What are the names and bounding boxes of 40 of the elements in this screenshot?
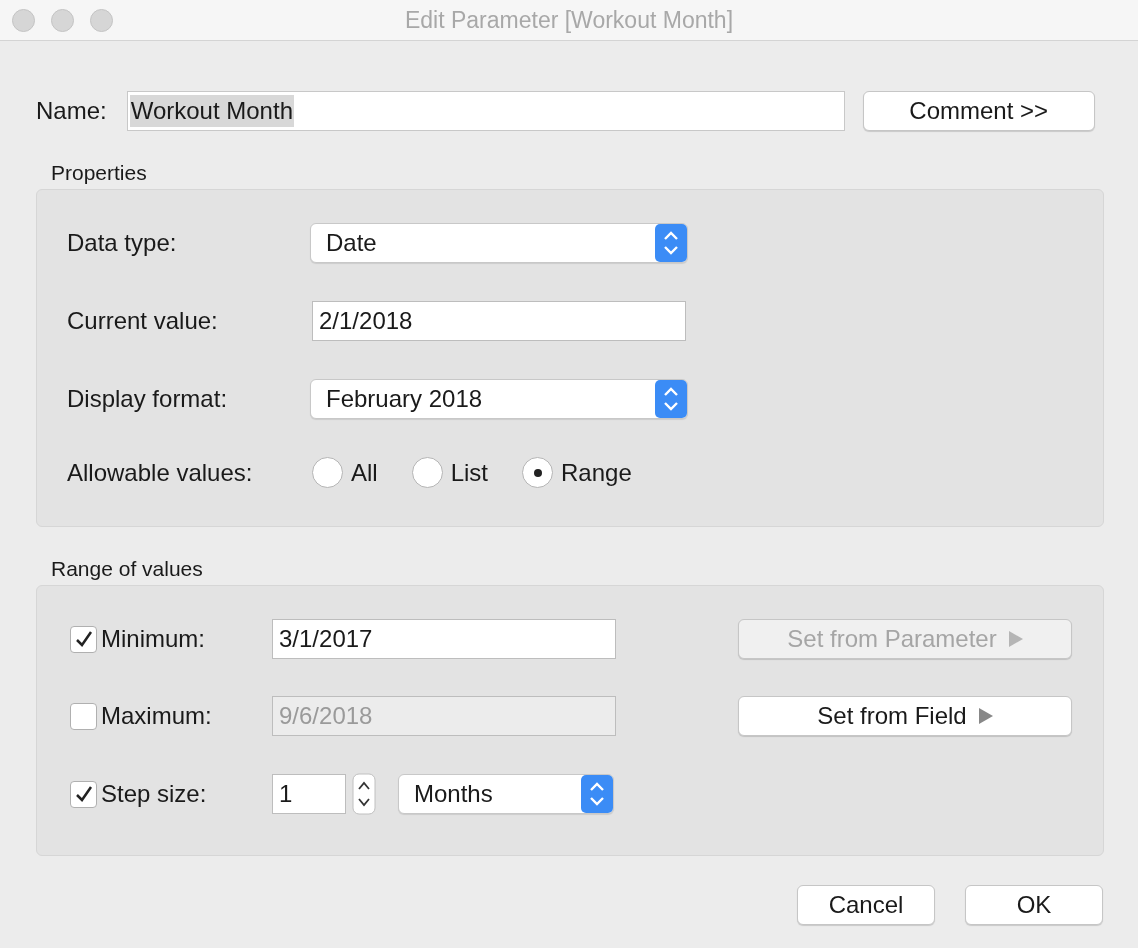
- input-field[interactable]: 2/1/2018: [312, 301, 686, 341]
- window-zoom-button[interactable]: [90, 9, 113, 32]
- checkmark-icon: [73, 784, 94, 804]
- field-label: Data type:: [67, 229, 178, 257]
- checkbox-label: Step size:: [101, 780, 207, 808]
- triangle-right-icon: [978, 708, 993, 724]
- section-title: Properties: [51, 161, 147, 185]
- triangle-right-icon: [1008, 631, 1023, 647]
- window-title: Edit Parameter [Workout Month]: [403, 6, 735, 34]
- input-field[interactable]: 3/1/2017: [272, 619, 616, 659]
- section-title: Range of values: [51, 557, 203, 581]
- checkmark-icon: [73, 629, 94, 649]
- dropdown[interactable]: February 2018: [310, 379, 688, 419]
- name-label: Name:: [36, 97, 107, 125]
- radio-label: All: [351, 458, 378, 487]
- dropdown[interactable]: Date: [310, 223, 688, 263]
- radio-button[interactable]: [411, 457, 443, 488]
- field-label: Current value:: [67, 307, 219, 335]
- checkbox[interactable]: [70, 625, 97, 653]
- stepper-icon[interactable]: [352, 773, 376, 815]
- name-field[interactable]: Workout Month: [126, 91, 845, 131]
- checkbox-label: Maximum:: [101, 702, 212, 730]
- field-label: Display format:: [67, 385, 229, 413]
- checkbox[interactable]: [70, 780, 97, 808]
- window-minimize-button[interactable]: [51, 9, 74, 32]
- checkbox-label: Minimum:: [101, 625, 205, 653]
- radio-button[interactable]: [312, 457, 343, 488]
- field-label: Allowable values:: [67, 458, 254, 487]
- input-field[interactable]: 1: [272, 774, 346, 814]
- dropdown-arrows-icon: [655, 224, 687, 262]
- radio-button[interactable]: [522, 457, 554, 488]
- dropdown[interactable]: Months: [398, 774, 614, 814]
- radio-label: Range: [561, 458, 632, 487]
- window-close-button[interactable]: [12, 9, 35, 32]
- comment-button[interactable]: Comment >>: [862, 91, 1095, 131]
- dropdown-arrows-icon: [655, 380, 687, 418]
- dialog-button[interactable]: OK: [965, 885, 1103, 925]
- dialog-button[interactable]: Cancel: [797, 885, 935, 925]
- radio-label: List: [450, 458, 489, 487]
- dropdown-arrows-icon: [581, 775, 613, 813]
